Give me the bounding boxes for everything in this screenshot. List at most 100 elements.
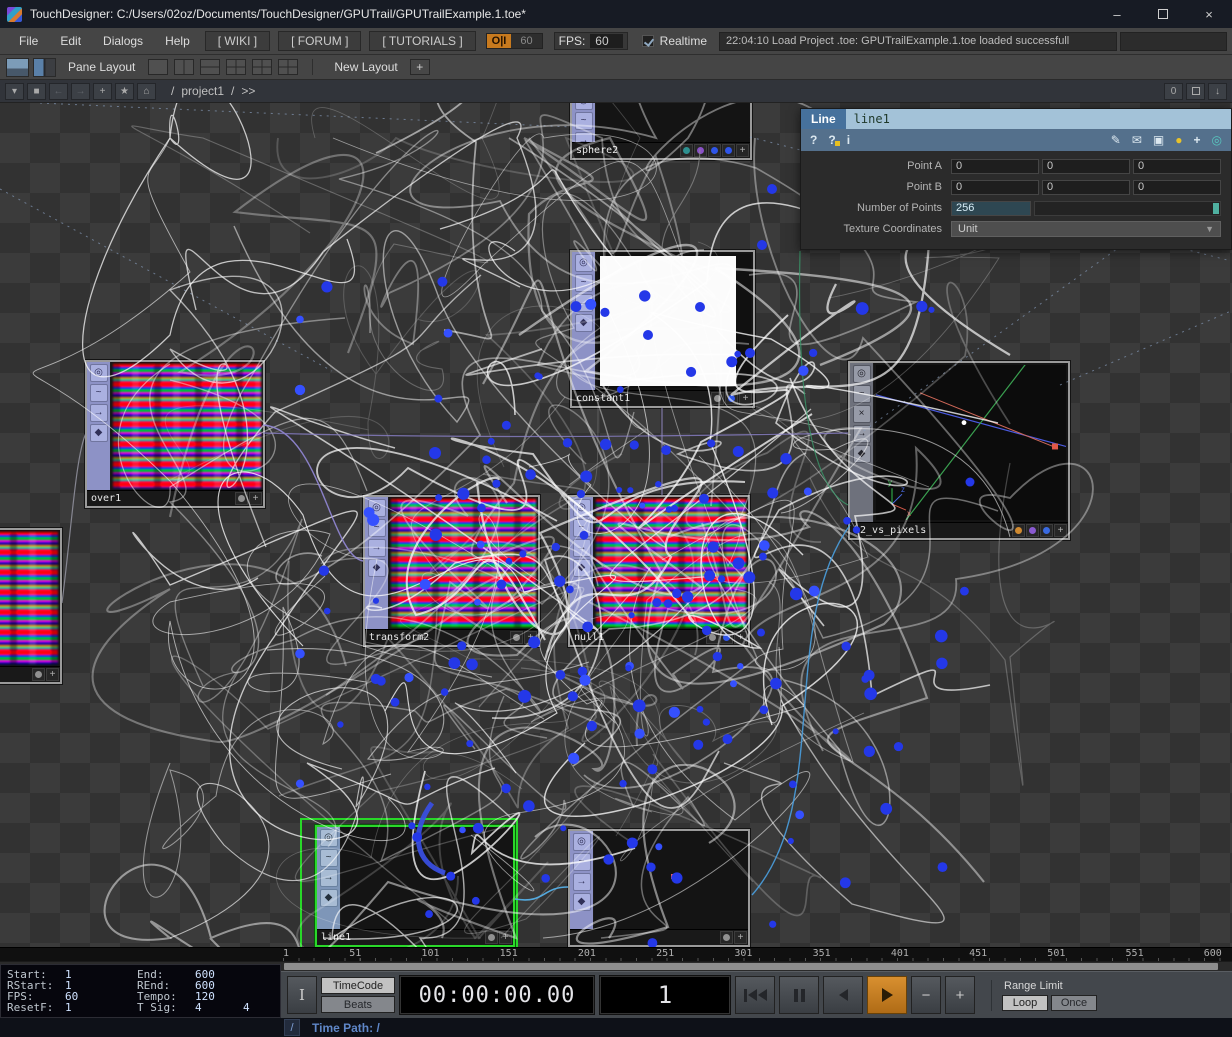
stop-icon[interactable]: ■	[27, 82, 46, 100]
arrow-flag-icon[interactable]: →	[89, 404, 108, 422]
loop-button[interactable]: Loop	[1002, 994, 1048, 1011]
node-transform2[interactable]: ◎ ~ → ◆ transform2 +	[363, 495, 540, 647]
add-icon[interactable]: +	[93, 82, 112, 100]
point-a-y-field[interactable]: 0	[1042, 158, 1130, 174]
node-flag[interactable]	[1026, 524, 1039, 537]
point-a-z-field[interactable]: 0	[1133, 158, 1221, 174]
collapse-pane-icon[interactable]: ↓	[1208, 82, 1227, 100]
viewer-flag-icon[interactable]: ◎	[367, 499, 386, 517]
add-flag-button[interactable]: +	[739, 392, 752, 405]
fps-field[interactable]: FPS: 60	[553, 32, 628, 50]
node-flag[interactable]	[1012, 524, 1025, 537]
arrow-flag-icon[interactable]: →	[852, 425, 871, 443]
add-flag-button[interactable]: +	[524, 631, 537, 644]
play-reverse-button[interactable]	[823, 976, 863, 1014]
minimize-button[interactable]: –	[1094, 0, 1140, 28]
node-sphere2[interactable]: ◎ ~ → ◆ sphere2 +	[570, 103, 752, 160]
arrow-flag-icon[interactable]: →	[367, 539, 386, 557]
node-preview[interactable]	[113, 364, 261, 488]
step-forward-button[interactable]: +	[945, 976, 975, 1014]
menu-help[interactable]: Help	[154, 28, 201, 54]
node-flag[interactable]	[510, 631, 523, 644]
forum-button[interactable]: [ FORUM ]	[278, 31, 362, 51]
time-path-root-button[interactable]: /	[284, 1019, 300, 1036]
forward-arrow-icon[interactable]: →	[71, 82, 90, 100]
beats-mode-button[interactable]: Beats	[321, 996, 395, 1013]
node-preview[interactable]	[391, 499, 536, 627]
add-flag-button[interactable]: +	[1054, 524, 1067, 537]
pane-layout-three-button[interactable]	[226, 59, 247, 75]
once-button[interactable]: Once	[1051, 994, 1097, 1011]
add-flag-button[interactable]: +	[249, 492, 262, 505]
wiki-button[interactable]: [ WIKI ]	[204, 31, 271, 51]
breadcrumb-more[interactable]: >>	[241, 84, 255, 98]
tsig-value-2[interactable]: 4	[243, 1002, 250, 1013]
ramp-flag-icon[interactable]: ~	[319, 849, 338, 867]
frame-display[interactable]: 1	[599, 975, 731, 1015]
node-partial-left[interactable]: +	[0, 528, 62, 684]
operator-name-field[interactable]: line1	[845, 109, 1231, 129]
ramp-flag-icon[interactable]: ~	[572, 853, 591, 871]
node-flag[interactable]	[32, 668, 45, 681]
arrow-flag-icon[interactable]: →	[574, 294, 593, 312]
help-python-icon[interactable]: ?	[828, 134, 841, 146]
comment-icon[interactable]: ✉	[1132, 134, 1142, 146]
language-toggle-icon[interactable]: ●	[1175, 134, 1182, 146]
drop-flag-icon[interactable]: ◆	[852, 445, 871, 463]
home-icon[interactable]: ⌂	[137, 82, 156, 100]
node-line1-selected[interactable]: ◎ ~ → ◆ line1 +	[300, 818, 518, 947]
num-points-field[interactable]: 256	[951, 200, 1031, 216]
ramp-flag-icon[interactable]: ~	[852, 385, 871, 403]
back-arrow-icon[interactable]: ←	[49, 82, 68, 100]
ramp-flag-icon[interactable]: ~	[572, 519, 591, 537]
new-layout-add-button[interactable]: +	[409, 59, 430, 75]
node-preview[interactable]	[596, 833, 746, 927]
oi-toggle[interactable]: O|I 60	[485, 33, 543, 49]
viewer-flag-icon[interactable]: ◎	[852, 365, 871, 383]
menu-file[interactable]: File	[8, 28, 49, 54]
add-flag-button[interactable]: +	[499, 931, 512, 944]
node-flag[interactable]	[1040, 524, 1053, 537]
pane-menu-dropdown[interactable]: ▾	[5, 82, 24, 100]
breadcrumb-root[interactable]: /	[171, 84, 174, 98]
add-flag-button[interactable]: +	[734, 931, 747, 944]
node-preview[interactable]	[343, 829, 511, 927]
realtime-checkbox[interactable]	[641, 35, 654, 47]
step-back-button[interactable]: −	[911, 976, 941, 1014]
node-flag[interactable]	[708, 144, 721, 157]
node-flag[interactable]	[680, 144, 693, 157]
arrow-flag-icon[interactable]: →	[572, 539, 591, 557]
tsig-value-1[interactable]: 4	[195, 1002, 229, 1013]
breadcrumb-project1[interactable]: project1	[181, 84, 224, 98]
copy-parameters-icon[interactable]: ▣	[1153, 134, 1164, 146]
drop-flag-icon[interactable]: ◆	[574, 314, 593, 332]
add-flag-button[interactable]: +	[734, 631, 747, 644]
node-flag[interactable]	[720, 931, 733, 944]
bookmark-star-icon[interactable]: ★	[115, 82, 134, 100]
independent-time-button[interactable]: I	[287, 976, 317, 1014]
node-preview[interactable]	[598, 103, 748, 140]
network-editor[interactable]: ◎ ~ → ◆ sphere2 + ◎ ~ → ◆	[0, 103, 1232, 947]
zoom-level[interactable]: 0	[1164, 82, 1183, 100]
node-flag[interactable]	[722, 144, 735, 157]
timeline-ruler[interactable]: 1 51 101 151 201 251 301 351 401 451 501 551 600	[0, 947, 1232, 961]
node-over1[interactable]: ◎ ~ → ◆ over1 +	[85, 360, 265, 508]
scrollbar-thumb[interactable]	[284, 963, 1218, 970]
maximize-button[interactable]	[1140, 0, 1186, 28]
tutorials-button[interactable]: [ TUTORIALS ]	[369, 31, 476, 51]
node-b2-vs-pixels[interactable]: ◎ ~ × → ◆ y z x b2_vs_pixels +	[848, 361, 1070, 540]
info-icon[interactable]: i	[847, 134, 850, 146]
fps-value[interactable]: 60	[590, 34, 623, 48]
node-flag[interactable]	[725, 392, 738, 405]
texture-coordinates-dropdown[interactable]: Unit ▼	[951, 221, 1221, 237]
point-b-z-field[interactable]: 0	[1133, 179, 1221, 195]
point-b-x-field[interactable]: 0	[951, 179, 1039, 195]
parameter-dialog[interactable]: Line line1 ? ? i ✎ ✉ ▣ ● + ◎ Point A 0 0…	[800, 108, 1232, 250]
menu-dialogs[interactable]: Dialogs	[92, 28, 154, 54]
viewer-icon[interactable]	[6, 57, 29, 77]
menu-edit[interactable]: Edit	[49, 28, 92, 54]
edit-comment-icon[interactable]: ✎	[1111, 134, 1121, 146]
close-flag-icon[interactable]: ×	[852, 405, 871, 423]
drop-flag-icon[interactable]: ◆	[572, 559, 591, 577]
ramp-flag-icon[interactable]: ~	[89, 384, 108, 402]
